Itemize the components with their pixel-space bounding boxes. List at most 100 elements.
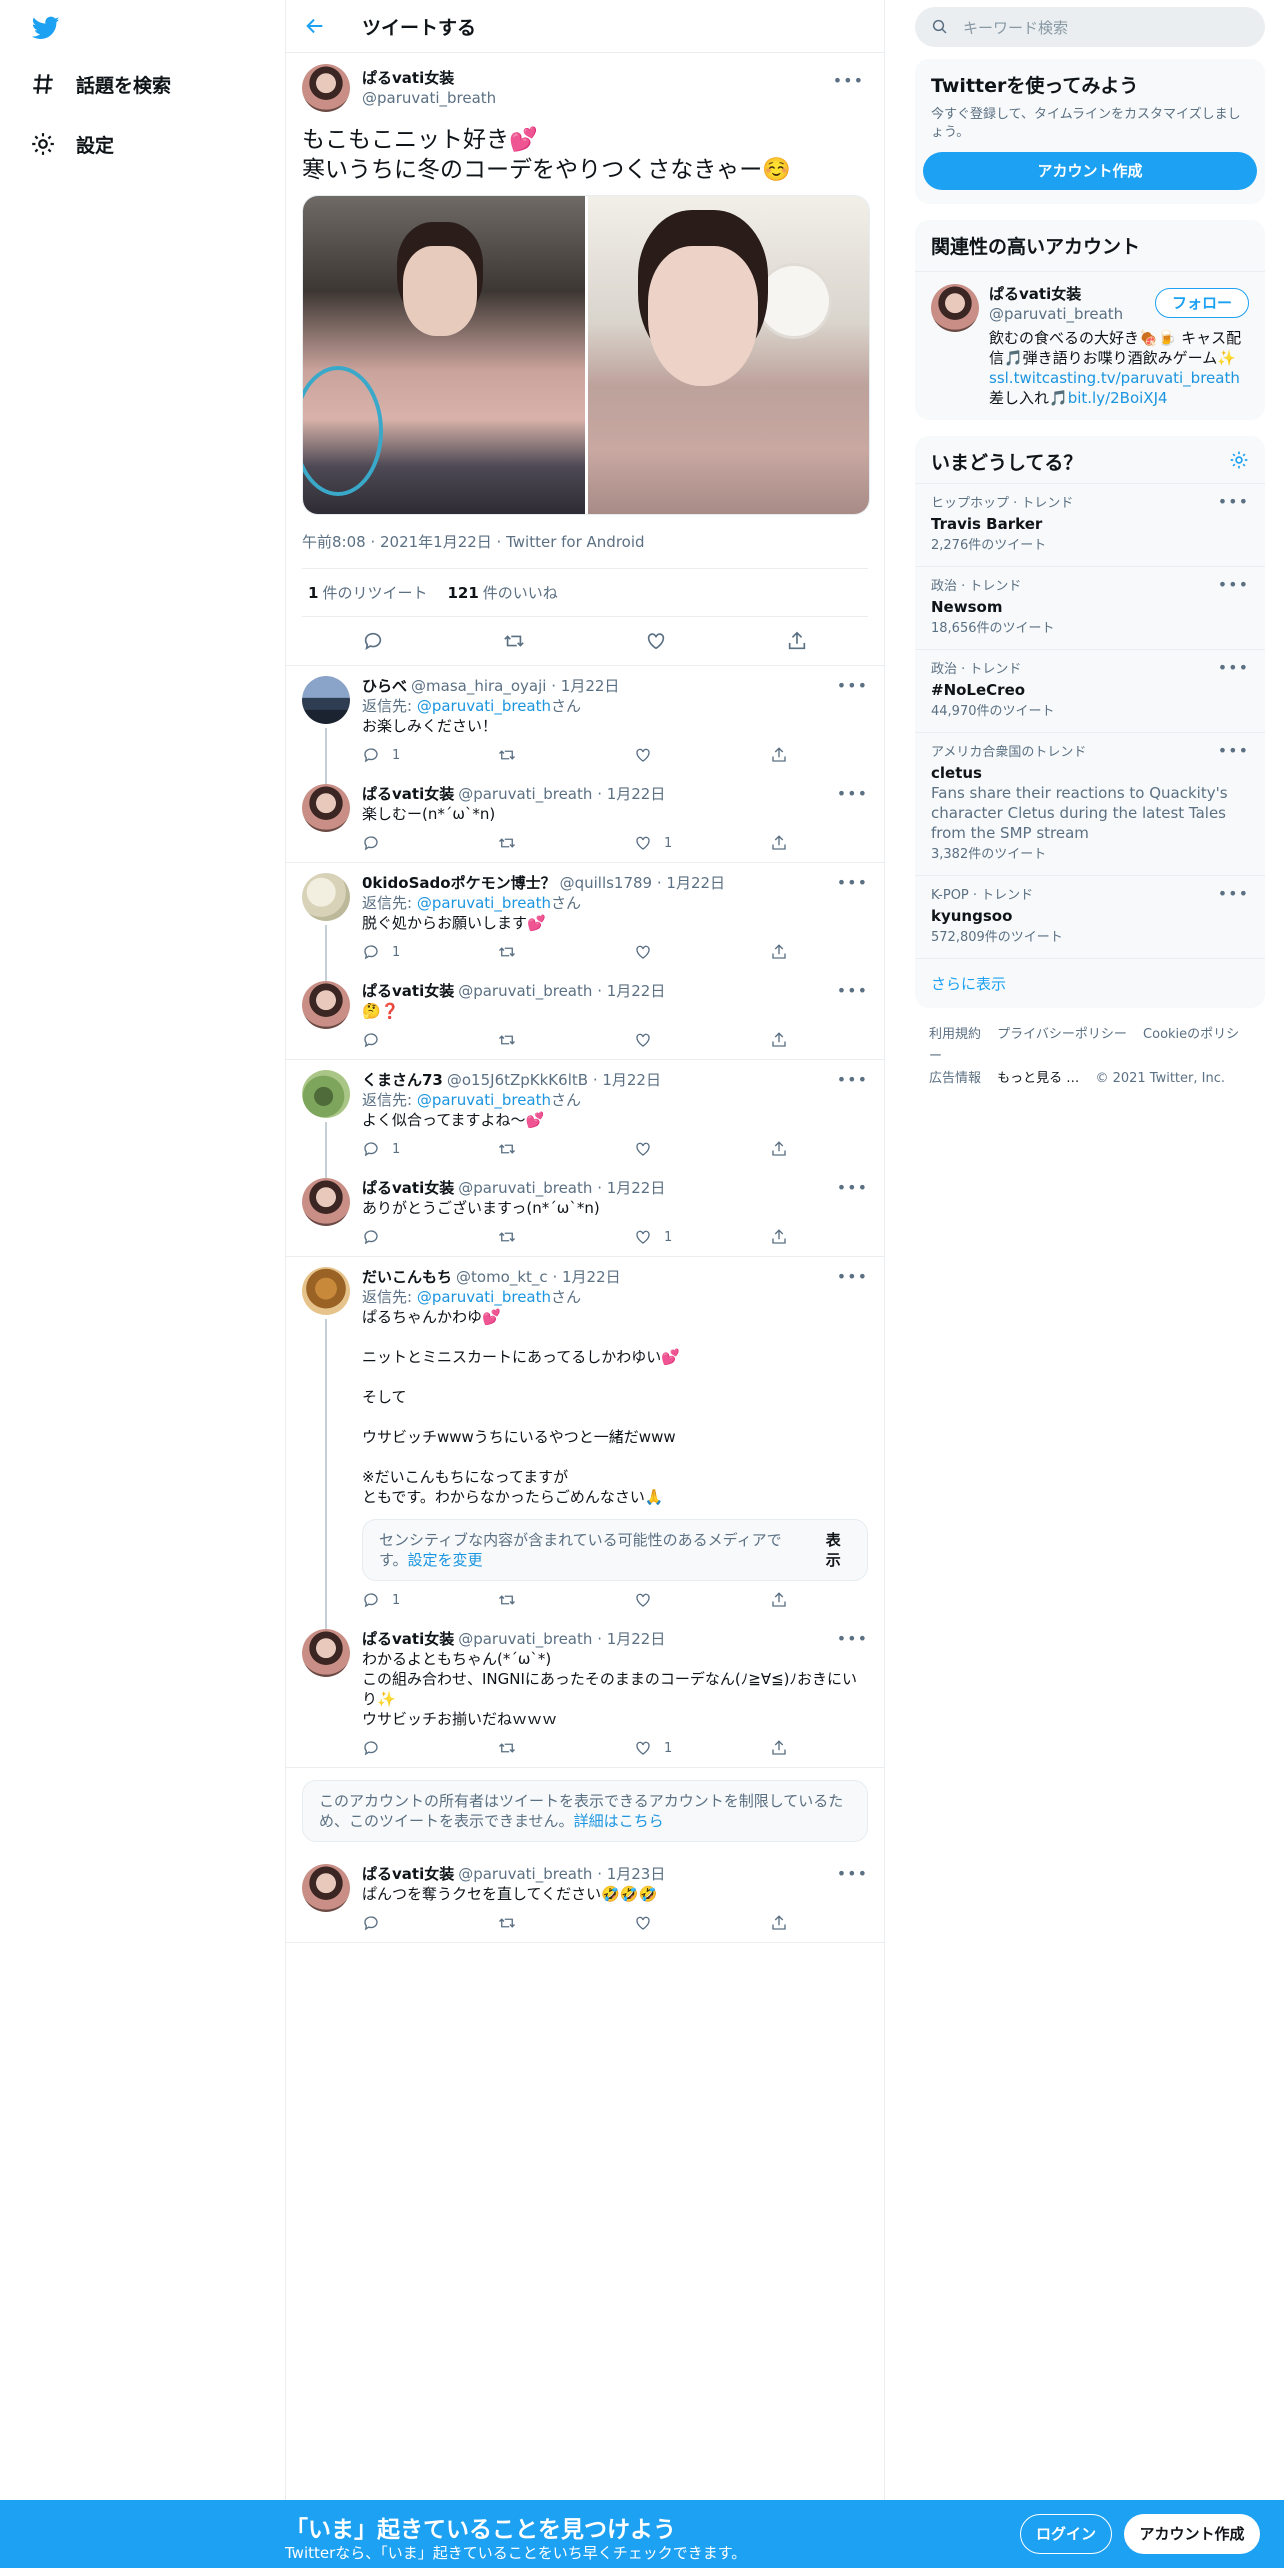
show-media-button[interactable]: 表示: [826, 1530, 851, 1570]
reply-tweet[interactable]: ひらべ @masa_hira_oyaji · 1月22日 返信先: @paruv…: [286, 666, 884, 774]
share-icon[interactable]: [786, 630, 808, 652]
avatar[interactable]: [302, 64, 350, 112]
twitcasting-link[interactable]: ssl.twitcasting.tv/paruvati_breath: [989, 369, 1240, 387]
privacy-link[interactable]: プライバシーポリシー: [997, 1027, 1127, 1042]
reply-author-handle[interactable]: @masa_hira_oyaji: [411, 676, 546, 696]
reply-author-handle[interactable]: @paruvati_breath: [458, 1178, 592, 1198]
reply-tweet[interactable]: ぱるvati女装 @paruvati_breath · 1月22日 ありがとうご…: [286, 1168, 884, 1257]
twitter-logo-icon[interactable]: [30, 14, 62, 42]
more-options-icon[interactable]: •••: [1218, 658, 1249, 678]
share-button[interactable]: [770, 834, 800, 852]
avatar[interactable]: [302, 873, 350, 921]
reply-author-name[interactable]: ぱるvati女装: [362, 784, 454, 804]
like-count[interactable]: 121 件のいいね: [447, 582, 557, 603]
like-button[interactable]: [634, 1031, 770, 1049]
share-button[interactable]: [770, 943, 800, 961]
more-options-icon[interactable]: •••: [1218, 884, 1249, 904]
share-button[interactable]: [770, 1591, 800, 1609]
avatar[interactable]: [302, 981, 350, 1029]
reply-author-handle[interactable]: @paruvati_breath: [458, 981, 592, 1001]
reply-to-link[interactable]: @paruvati_breath: [417, 894, 551, 912]
share-button[interactable]: [770, 1140, 800, 1158]
reply-date[interactable]: · 1月22日: [593, 1070, 661, 1090]
retweet-count[interactable]: 1 件のリツイート: [308, 582, 427, 603]
like-button[interactable]: [634, 943, 770, 961]
nav-explore[interactable]: 話題を検索: [30, 64, 171, 104]
reply-button[interactable]: 1: [362, 943, 498, 961]
share-button[interactable]: [770, 1031, 800, 1049]
retweet-button[interactable]: [498, 1914, 634, 1932]
search-input[interactable]: キーワード検索: [915, 7, 1265, 47]
reply-to-link[interactable]: @paruvati_breath: [417, 697, 551, 715]
reply-tweet[interactable]: だいこんもち @tomo_kt_c · 1月22日 返信先: @paruvati…: [286, 1257, 884, 1619]
avatar[interactable]: [931, 284, 979, 332]
trend-item[interactable]: K-POP · トレンド kyungsoo 572,809件のツイート •••: [915, 875, 1265, 958]
more-options-icon[interactable]: •••: [1218, 492, 1249, 512]
terms-link[interactable]: 利用規約: [929, 1027, 981, 1042]
tweet-media[interactable]: [302, 195, 870, 515]
reply-button[interactable]: [362, 1228, 498, 1246]
reply-button[interactable]: [362, 1739, 498, 1757]
avatar[interactable]: [302, 1629, 350, 1677]
show-more-trends[interactable]: さらに表示: [915, 958, 1265, 1008]
follow-button[interactable]: フォロー: [1154, 288, 1249, 318]
reply-author-handle[interactable]: @paruvati_breath: [458, 1864, 592, 1884]
retweet-button[interactable]: [498, 943, 634, 961]
reply-tweet[interactable]: くまさん73 @o15J6tZpKkK6ltB · 1月22日 返信先: @pa…: [286, 1060, 884, 1168]
retweet-button[interactable]: [498, 746, 634, 764]
reply-tweet[interactable]: 0kidoSadoポケモン博士？ @quills1789 · 1月22日 返信先…: [286, 863, 884, 971]
retweet-button[interactable]: [498, 1228, 634, 1246]
nav-settings[interactable]: 設定: [30, 124, 114, 164]
reply-date[interactable]: · 1月22日: [597, 784, 665, 804]
trend-item[interactable]: ヒップホップ · トレンド Travis Barker 2,276件のツイート …: [915, 483, 1265, 566]
retweet-icon[interactable]: [503, 630, 525, 652]
trend-item[interactable]: 政治 · トレンド #NoLeCreo 44,970件のツイート •••: [915, 649, 1265, 732]
tweet-timestamp[interactable]: 午前8:08 · 2021年1月22日 · Twitter for Androi…: [302, 531, 868, 569]
create-account-button[interactable]: アカウント作成: [923, 152, 1257, 190]
reply-date[interactable]: · 1月22日: [551, 676, 619, 696]
reply-author-handle[interactable]: @quills1789: [560, 873, 653, 893]
reply-author-handle[interactable]: @tomo_kt_c: [456, 1267, 548, 1287]
more-options-icon[interactable]: •••: [837, 873, 868, 892]
bitly-link[interactable]: bit.ly/2BoiXJ4: [1068, 389, 1168, 407]
reply-author-handle[interactable]: @paruvati_breath: [458, 1629, 592, 1649]
more-options-icon[interactable]: •••: [837, 676, 868, 695]
reply-date[interactable]: · 1月22日: [597, 981, 665, 1001]
more-options-icon[interactable]: •••: [833, 71, 864, 90]
avatar[interactable]: [302, 784, 350, 832]
learn-more-link[interactable]: 詳細はこちら: [574, 1812, 664, 1830]
reply-date[interactable]: · 1月22日: [597, 1629, 665, 1649]
retweet-button[interactable]: [498, 1739, 634, 1757]
reply-author-name[interactable]: ぱるvati女装: [362, 1864, 454, 1884]
trend-item[interactable]: アメリカ合衆国のトレンド cletus Fans share their rea…: [915, 732, 1265, 875]
reply-author-name[interactable]: ひらべ: [362, 676, 407, 696]
relevant-account[interactable]: ぱるvati女装 @paruvati_breath 飲むの食べるの大好き🍖🍺 キ…: [915, 280, 1265, 420]
more-options-icon[interactable]: •••: [837, 981, 868, 1000]
avatar[interactable]: [302, 676, 350, 724]
reply-tweet[interactable]: ぱるvati女装 @paruvati_breath · 1月22日 楽しむー(n…: [286, 774, 884, 863]
reply-author-handle[interactable]: @paruvati_breath: [458, 784, 592, 804]
reply-author-name[interactable]: くまさん73: [362, 1070, 443, 1090]
like-button[interactable]: 1: [634, 834, 770, 852]
ads-info-link[interactable]: 広告情報: [929, 1071, 981, 1086]
like-button[interactable]: 1: [634, 1228, 770, 1246]
photo-1[interactable]: [303, 196, 585, 514]
reply-button[interactable]: 1: [362, 1140, 498, 1158]
change-settings-link[interactable]: 設定を変更: [408, 1551, 483, 1569]
retweet-button[interactable]: [498, 1591, 634, 1609]
like-button[interactable]: [634, 1140, 770, 1158]
login-button[interactable]: ログイン: [1020, 2514, 1112, 2554]
reply-tweet[interactable]: ぱるvati女装 @paruvati_breath · 1月22日 🤔❓ •••: [286, 971, 884, 1060]
avatar[interactable]: [302, 1267, 350, 1315]
more-options-icon[interactable]: •••: [837, 784, 868, 803]
reply-date[interactable]: · 1月22日: [597, 1178, 665, 1198]
author-handle[interactable]: @paruvati_breath: [362, 88, 496, 108]
share-button[interactable]: [770, 1228, 800, 1246]
reply-author-name[interactable]: だいこんもち: [362, 1267, 452, 1287]
reply-date[interactable]: · 1月22日: [657, 873, 725, 893]
like-icon[interactable]: [645, 630, 667, 652]
avatar[interactable]: [302, 1178, 350, 1226]
reply-icon[interactable]: [362, 630, 384, 652]
reply-author-name[interactable]: ぱるvati女装: [362, 981, 454, 1001]
trend-item[interactable]: 政治 · トレンド Newsom 18,656件のツイート •••: [915, 566, 1265, 649]
